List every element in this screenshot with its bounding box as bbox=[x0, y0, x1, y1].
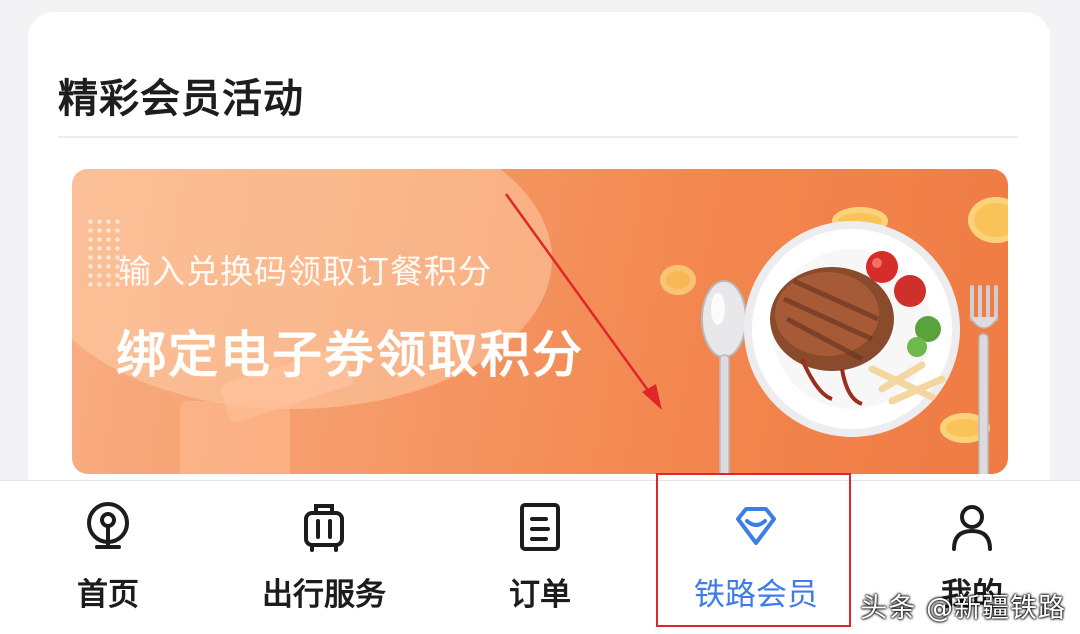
title-divider bbox=[58, 136, 1018, 138]
banner-headline: 绑定电子券领取积分 bbox=[116, 326, 584, 384]
spoon-icon bbox=[701, 280, 747, 474]
luggage-icon bbox=[304, 504, 344, 552]
tab-travel-services[interactable]: 出行服务 bbox=[216, 481, 432, 634]
railway-logo-icon bbox=[87, 502, 129, 549]
annotation-highlight-box bbox=[656, 473, 851, 627]
tab-orders-label: 订单 bbox=[509, 577, 571, 613]
banner-subtitle: 输入兑换码领取订餐积分 bbox=[118, 252, 492, 291]
tab-home[interactable]: 首页 bbox=[0, 481, 216, 634]
fork-icon bbox=[969, 285, 999, 474]
tab-home-label: 首页 bbox=[77, 577, 139, 613]
person-icon bbox=[952, 505, 992, 551]
section-title: 精彩会员活动 bbox=[58, 76, 304, 122]
order-document-icon bbox=[520, 503, 560, 551]
activity-banner[interactable]: 输入兑换码领取订餐积分 绑定电子券领取积分 bbox=[72, 169, 1008, 474]
watermark: 头条 @新疆铁路 bbox=[860, 593, 1066, 624]
tab-travel-services-label: 出行服务 bbox=[262, 577, 386, 613]
tab-orders[interactable]: 订单 bbox=[432, 481, 648, 634]
